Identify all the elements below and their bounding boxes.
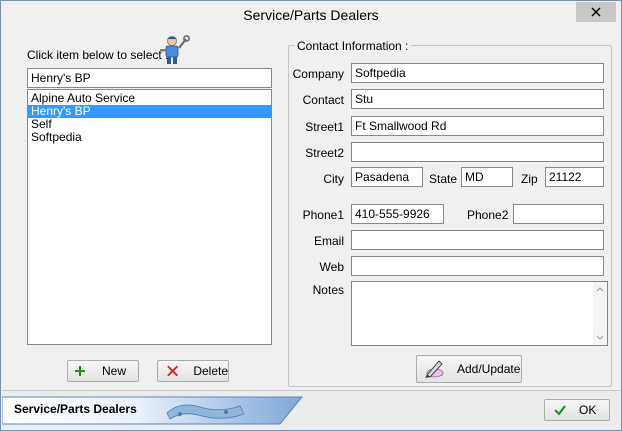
ok-button[interactable]: OK (544, 399, 610, 421)
city-label: City (323, 172, 344, 186)
new-button[interactable]: New (67, 360, 139, 382)
list-item-selected[interactable]: Henry's BP (28, 105, 271, 118)
company-label: Company (292, 67, 344, 81)
phone2-label: Phone2 (467, 208, 509, 222)
delete-button[interactable]: Delete (157, 360, 229, 382)
contact-info-group-label: Contact Information : (294, 39, 412, 53)
phone1-field[interactable]: 410-555-9926 (351, 204, 444, 224)
pen-icon (425, 360, 444, 378)
web-label: Web (319, 260, 344, 274)
street1-label: Street1 (305, 120, 344, 134)
contact-label: Contact (302, 93, 344, 107)
title-bar: Service/Parts Dealers (1, 1, 621, 31)
list-item[interactable]: Softpedia (28, 131, 271, 144)
email-field[interactable] (351, 230, 604, 250)
dealer-list[interactable]: Alpine Auto Service Henry's BP Self Soft… (27, 89, 272, 345)
street2-label: Street2 (305, 146, 344, 160)
delete-x-icon (167, 365, 179, 377)
email-label: Email (313, 234, 344, 248)
close-button[interactable] (576, 2, 616, 22)
add-update-button[interactable]: Add/Update (416, 355, 522, 383)
street1-field[interactable]: Ft Smallwood Rd (351, 116, 604, 136)
window-title: Service/Parts Dealers (243, 7, 379, 23)
footer-title: Service/Parts Dealers (14, 402, 137, 416)
selected-dealer-field[interactable]: Henry's BP (27, 68, 272, 88)
contact-field[interactable]: Stu (351, 89, 604, 109)
city-field[interactable]: Pasadena (351, 167, 423, 187)
state-label: State (429, 172, 458, 186)
delete-button-label: Delete (193, 364, 228, 378)
notes-label: Notes (312, 283, 344, 297)
state-field[interactable]: MD (461, 167, 513, 187)
phone1-label: Phone1 (302, 208, 344, 222)
dealers-window: Service/Parts Dealers Click item below t… (0, 0, 622, 431)
new-button-label: New (102, 364, 127, 378)
zip-field[interactable]: 21122 (545, 167, 604, 187)
notes-scrollbar[interactable] (593, 282, 607, 345)
web-field[interactable] (351, 256, 604, 276)
phone2-field[interactable] (513, 204, 604, 224)
select-instruction: Click item below to select : (27, 48, 169, 62)
add-update-label: Add/Update (457, 362, 521, 376)
ok-button-label: OK (579, 403, 597, 417)
plus-icon (75, 366, 85, 376)
close-icon (591, 7, 601, 17)
footer-bar: Service/Parts Dealers OK (2, 390, 621, 430)
company-field[interactable]: Softpedia (351, 63, 604, 83)
street2-field[interactable] (351, 142, 604, 162)
zip-label: Zip (521, 172, 538, 186)
notes-textarea[interactable] (351, 281, 608, 346)
checkmark-icon (554, 405, 566, 416)
mechanic-icon (158, 35, 190, 65)
